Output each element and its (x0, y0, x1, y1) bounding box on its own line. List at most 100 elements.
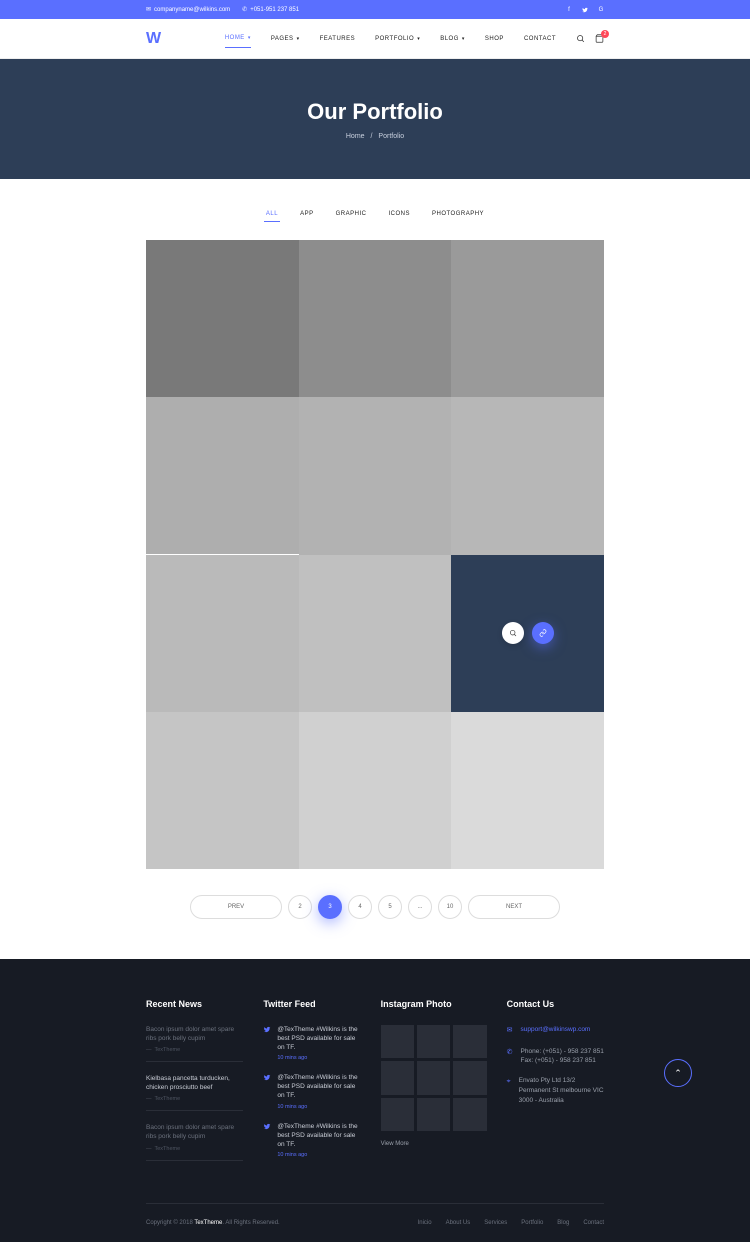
tweet-item[interactable]: @TexTheme #Wilkins is the best PSD avail… (263, 1025, 360, 1061)
mail-icon: ✉ (507, 1026, 513, 1037)
instagram-thumb[interactable] (417, 1098, 450, 1131)
footer-contact: Contact Us ✉ support@wilkinswp.com ✆ Pho… (507, 999, 604, 1173)
page-title: Our Portfolio (307, 99, 443, 125)
prev-button[interactable]: PREV (190, 895, 282, 919)
facebook-icon[interactable]: f (566, 7, 572, 13)
cart-badge: 2 (601, 30, 609, 38)
portfolio-item[interactable] (146, 555, 299, 712)
topbar-email[interactable]: ✉ companyname@wilkins.com (146, 6, 230, 13)
twitter-icon (263, 1026, 271, 1061)
twitter-icon (263, 1123, 271, 1158)
footer-contact-title: Contact Us (507, 999, 604, 1009)
instagram-thumb[interactable] (453, 1025, 486, 1058)
page-3[interactable]: 3 (318, 895, 342, 919)
news-item[interactable]: Bacon ipsum dolor amet spare ribs pork b… (146, 1025, 243, 1062)
instagram-thumb[interactable] (417, 1025, 450, 1058)
instagram-grid (381, 1025, 487, 1131)
topbar-phone-text: +051-951 237 851 (250, 7, 299, 13)
filter-icons[interactable]: ICONS (386, 207, 412, 222)
instagram-thumb[interactable] (381, 1061, 414, 1094)
nav-shop[interactable]: SHOP (485, 29, 504, 48)
chevron-down-icon: ▾ (462, 36, 465, 42)
zoom-icon[interactable] (502, 622, 524, 644)
nav-contact[interactable]: CONTACT (524, 29, 556, 48)
scroll-top-button[interactable]: ⌃ (664, 1059, 692, 1087)
footer-twitter: Twitter Feed @TexTheme #Wilkins is the b… (263, 999, 360, 1173)
portfolio-item[interactable] (146, 397, 299, 554)
chevron-up-icon: ⌃ (674, 1068, 682, 1079)
copyright: Copyright © 2018 TexTheme. All Rights Re… (146, 1220, 280, 1226)
portfolio-item[interactable] (299, 712, 452, 869)
nav-pages[interactable]: PAGES▾ (271, 29, 300, 48)
topbar: ✉ companyname@wilkins.com ✆ +051-951 237… (0, 0, 750, 19)
location-icon: ⌖ (507, 1077, 511, 1105)
portfolio-item[interactable] (299, 397, 452, 554)
page-ellipsis: ... (408, 895, 432, 919)
nav-portfolio[interactable]: PORTFOLIO▾ (375, 29, 420, 48)
filter-app[interactable]: APP (298, 207, 316, 222)
tweet-item[interactable]: @TexTheme #Wilkins is the best PSD avail… (263, 1122, 360, 1158)
chevron-down-icon: ▾ (248, 35, 251, 41)
contact-email[interactable]: support@wilkinswp.com (521, 1026, 591, 1033)
link-icon[interactable] (532, 622, 554, 644)
footer-news-title: Recent News (146, 999, 243, 1009)
portfolio-item[interactable] (299, 240, 452, 397)
breadcrumb-current: Portfolio (378, 133, 404, 140)
portfolio-item[interactable] (146, 712, 299, 869)
instagram-thumb[interactable] (381, 1025, 414, 1058)
mail-icon: ✉ (146, 6, 151, 13)
nav-home[interactable]: HOME▾ (225, 29, 251, 48)
fnav-about[interactable]: About Us (446, 1220, 471, 1226)
viewmore-link[interactable]: View More (381, 1141, 409, 1147)
cart-icon[interactable]: 2 (595, 34, 604, 43)
page-4[interactable]: 4 (348, 895, 372, 919)
header: W HOME▾ PAGES▾ FEATURES PORTFOLIO▾ BLOG▾… (0, 19, 750, 59)
fnav-blog[interactable]: Blog (557, 1220, 569, 1226)
instagram-thumb[interactable] (381, 1098, 414, 1131)
instagram-thumb[interactable] (453, 1061, 486, 1094)
portfolio-item[interactable] (299, 555, 452, 712)
chevron-down-icon: ▾ (297, 36, 300, 42)
filter-all[interactable]: ALL (264, 207, 280, 222)
page-10[interactable]: 10 (438, 895, 462, 919)
google-icon[interactable]: G (598, 7, 604, 13)
fnav-inicio[interactable]: Inicio (418, 1220, 432, 1226)
instagram-thumb[interactable] (417, 1061, 450, 1094)
tweet-item[interactable]: @TexTheme #Wilkins is the best PSD avail… (263, 1073, 360, 1109)
portfolio-item-hover[interactable] (451, 555, 604, 712)
nav-blog[interactable]: BLOG▾ (440, 29, 465, 48)
news-item[interactable]: Kielbasa pancetta turducken, chicken pro… (146, 1074, 243, 1111)
news-item[interactable]: Bacon ipsum dolor amet spare ribs pork b… (146, 1123, 243, 1160)
footer-twitter-title: Twitter Feed (263, 999, 360, 1009)
portfolio-item[interactable] (451, 240, 604, 397)
portfolio-item[interactable] (146, 240, 299, 397)
instagram-thumb[interactable] (453, 1098, 486, 1131)
twitter-icon[interactable] (582, 7, 588, 13)
page-5[interactable]: 5 (378, 895, 402, 919)
page-2[interactable]: 2 (288, 895, 312, 919)
breadcrumb-home[interactable]: Home (346, 133, 365, 140)
topbar-email-text: companyname@wilkins.com (154, 7, 230, 13)
breadcrumb: Home / Portfolio (346, 133, 404, 140)
next-button[interactable]: NEXT (468, 895, 560, 919)
nav-features[interactable]: FEATURES (320, 29, 356, 48)
filter-graphic[interactable]: GRAPHIC (334, 207, 369, 222)
portfolio-item[interactable] (451, 397, 604, 554)
filter-photography[interactable]: PHOTOGRAPHY (430, 207, 486, 222)
fnav-portfolio[interactable]: Portfolio (521, 1220, 543, 1226)
footer: Recent News Bacon ipsum dolor amet spare… (0, 959, 750, 1242)
logo[interactable]: W (146, 30, 161, 48)
main-nav: HOME▾ PAGES▾ FEATURES PORTFOLIO▾ BLOG▾ S… (225, 29, 556, 48)
search-icon[interactable] (576, 34, 585, 43)
footer-news: Recent News Bacon ipsum dolor amet spare… (146, 999, 243, 1173)
portfolio-filters: ALL APP GRAPHIC ICONS PHOTOGRAPHY (0, 179, 750, 240)
phone-icon: ✆ (507, 1048, 513, 1067)
portfolio-item[interactable] (451, 712, 604, 869)
topbar-phone[interactable]: ✆ +051-951 237 851 (242, 6, 299, 13)
fnav-contact[interactable]: Contact (583, 1220, 604, 1226)
fnav-services[interactable]: Services (484, 1220, 507, 1226)
breadcrumb-sep: / (371, 133, 373, 140)
portfolio-grid (146, 240, 604, 869)
pagination: PREV 2 3 4 5 ... 10 NEXT (0, 869, 750, 959)
footer-instagram: Instagram Photo View More (381, 999, 487, 1173)
